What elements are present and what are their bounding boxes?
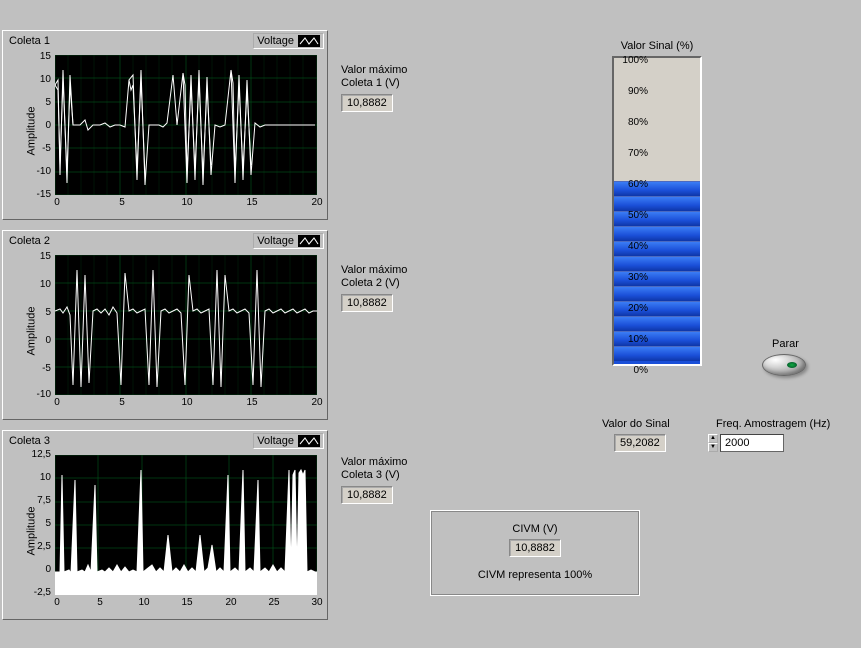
x-tick: 0	[47, 397, 67, 408]
tank-tick: 70%	[612, 148, 648, 159]
y-tick: 7,5	[25, 495, 51, 506]
tank-tick: 50%	[612, 210, 648, 221]
tank-tick: 0%	[612, 365, 648, 376]
x-tick: 10	[177, 197, 197, 208]
legend-label: Voltage	[257, 235, 294, 247]
civm-note: CIVM representa 100%	[455, 569, 615, 581]
x-tick: 15	[242, 197, 262, 208]
parar-button[interactable]	[762, 354, 806, 376]
freq-label: Freq. Amostragem (Hz)	[716, 418, 830, 431]
y-tick: 0	[25, 335, 51, 346]
legend-label: Voltage	[257, 435, 294, 447]
max-value-box-1: 10,8882	[341, 94, 393, 112]
spinner-down-icon[interactable]: ▼	[708, 443, 718, 452]
max-value-label-3: Valor máximo Coleta 3 (V)	[341, 456, 407, 482]
tank-tick: 60%	[612, 179, 648, 190]
chart-legend[interactable]: Voltage	[253, 233, 324, 249]
chart-legend[interactable]: Voltage	[253, 433, 324, 449]
tank-tick: 90%	[612, 86, 648, 97]
x-tick: 20	[307, 397, 327, 408]
x-tick: 0	[47, 597, 67, 608]
chart-title: Coleta 3	[9, 435, 50, 447]
legend-swatch-icon	[298, 435, 320, 447]
x-tick: 0	[47, 197, 67, 208]
valor-sinal-value: 59,2082	[614, 434, 666, 452]
x-tick: 5	[112, 397, 132, 408]
x-tick: 25	[264, 597, 284, 608]
parar-label: Parar	[772, 338, 799, 351]
y-tick: 0	[25, 564, 51, 575]
tank-title: Valor Sinal (%)	[572, 40, 742, 52]
x-tick: 15	[177, 597, 197, 608]
max-value-label-2: Valor máximo Coleta 2 (V)	[341, 264, 407, 290]
chart-panel-coleta3: Coleta 3 Voltage Amplitude 12,5 10 7,5 5…	[2, 430, 328, 620]
valor-sinal-label: Valor do Sinal	[602, 418, 670, 431]
x-tick: 15	[242, 397, 262, 408]
y-tick: -5	[25, 143, 51, 154]
x-tick: 10	[134, 597, 154, 608]
civm-value: 10,8882	[509, 539, 561, 557]
y-tick: 15	[25, 51, 51, 62]
tank-tick: 100%	[612, 55, 648, 66]
legend-swatch-icon	[298, 35, 320, 47]
x-tick: 5	[112, 197, 132, 208]
x-tick: 5	[90, 597, 110, 608]
signal-tank: Valor Sinal (%) 100% 90% 80% 70% 60% 50% 40% 30…	[572, 40, 742, 366]
y-tick: 5	[25, 97, 51, 108]
chart-title: Coleta 2	[9, 235, 50, 247]
tank-tick: 10%	[612, 334, 648, 345]
y-tick: 5	[25, 518, 51, 529]
y-tick: 10	[25, 279, 51, 290]
y-tick: -5	[25, 363, 51, 374]
y-tick: 10	[25, 472, 51, 483]
plot-area[interactable]	[55, 455, 317, 595]
x-tick: 30	[307, 597, 327, 608]
tank-tick: 40%	[612, 241, 648, 252]
freq-spinner[interactable]: ▲ ▼	[708, 434, 718, 452]
y-tick: 5	[25, 307, 51, 318]
x-tick: 20	[307, 197, 327, 208]
x-tick: 10	[177, 397, 197, 408]
chart-legend[interactable]: Voltage	[253, 33, 324, 49]
tank-tick: 80%	[612, 117, 648, 128]
freq-input[interactable]: 2000	[720, 434, 784, 452]
max-value-box-3: 10,8882	[341, 486, 393, 504]
legend-swatch-icon	[298, 235, 320, 247]
civm-label: CIVM (V)	[455, 523, 615, 535]
plot-area[interactable]	[55, 255, 317, 395]
civm-panel: CIVM (V) 10,8882 CIVM representa 100%	[430, 510, 640, 596]
max-value-box-2: 10,8882	[341, 294, 393, 312]
legend-label: Voltage	[257, 35, 294, 47]
y-tick: 10	[25, 74, 51, 85]
chart-panel-coleta1: Coleta 1 Voltage Amplitude 15 10 5 0 -5 …	[2, 30, 328, 220]
y-tick: 2,5	[25, 541, 51, 552]
max-value-label-1: Valor máximo Coleta 1 (V)	[341, 64, 407, 90]
y-tick: 0	[25, 120, 51, 131]
tank-tick: 30%	[612, 272, 648, 283]
plot-area[interactable]	[55, 55, 317, 195]
x-tick: 20	[221, 597, 241, 608]
y-tick: 12,5	[25, 449, 51, 460]
chart-panel-coleta2: Coleta 2 Voltage Amplitude 15 10 5 0 -5 …	[2, 230, 328, 420]
tank-tick: 20%	[612, 303, 648, 314]
spinner-up-icon[interactable]: ▲	[708, 434, 718, 443]
chart-title: Coleta 1	[9, 35, 50, 47]
y-tick: -10	[25, 166, 51, 177]
y-tick: 15	[25, 251, 51, 262]
